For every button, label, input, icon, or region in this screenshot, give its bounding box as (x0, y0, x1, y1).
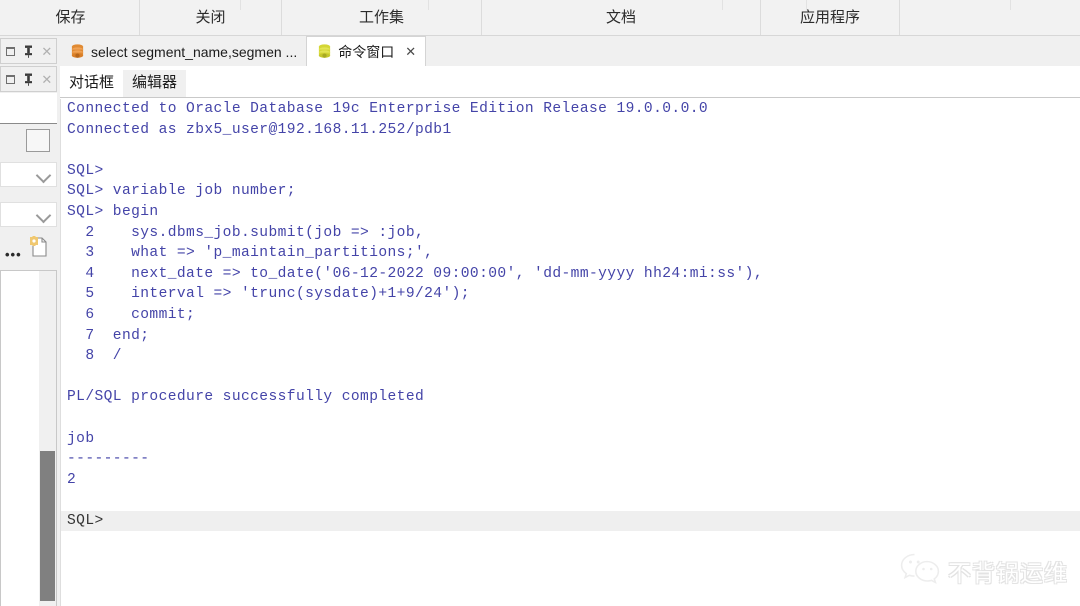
pin-icon[interactable] (21, 72, 35, 86)
toolbar-empty-area (900, 0, 1080, 35)
sidebar-bottom-panel (0, 270, 57, 606)
database-icon (69, 43, 86, 60)
toolbar-workset[interactable]: 工作集 (282, 0, 482, 35)
tab-select-segment[interactable]: select segment_name,segmen ... (60, 37, 307, 66)
toolbar-application-label: 应用程序 (799, 8, 860, 26)
panel-controls-row-1: ✕ (0, 38, 57, 64)
sidebar-scrollbar-track[interactable] (39, 271, 56, 606)
terminal-line: SQL> (67, 162, 104, 179)
toolbar-document-label: 文档 (605, 8, 636, 26)
main-toolbar: 保存 关闭 工作集 文档 应用程序 (0, 0, 1080, 36)
toolbar-separator (240, 0, 241, 10)
toolbar-close-label: 关闭 (195, 8, 226, 26)
toolbar-save[interactable]: 保存 (2, 0, 140, 35)
toolbar-separator (722, 0, 723, 10)
terminal-line: SQL> variable job number; (67, 183, 296, 200)
sidebar-white-strip (0, 93, 57, 124)
chevron-down-icon (35, 167, 52, 184)
sidebar-more-button[interactable]: ••• (5, 248, 22, 261)
main-content-area: select segment_name,segmen ... 命令窗口 ✕ 对话… (60, 36, 1080, 606)
close-icon[interactable]: ✕ (40, 72, 54, 86)
terminal-line: SQL> begin (67, 203, 159, 220)
terminal-line: 2 (67, 471, 77, 488)
toolbar-application[interactable]: 应用程序 (761, 0, 900, 35)
toolbar-separator (806, 0, 807, 10)
terminal-line: 6 commit; (67, 306, 196, 323)
pin-icon[interactable] (21, 44, 35, 58)
chevron-down-icon (35, 207, 52, 224)
sidebar-dropdown-1[interactable] (0, 162, 57, 187)
terminal-line: --------- (67, 451, 150, 468)
close-icon[interactable]: ✕ (405, 45, 416, 58)
terminal-line: 8 / (67, 348, 122, 365)
sidebar-dropdown-2[interactable] (0, 202, 57, 227)
terminal-line: job (67, 430, 95, 447)
panel-controls-row-2: ✕ (0, 66, 57, 92)
terminal-line: SQL> (61, 510, 1080, 532)
terminal-line: 3 what => 'p_maintain_partitions;', (67, 245, 434, 262)
tab-label: 命令窗口 (338, 43, 395, 60)
toolbar-close[interactable]: 关闭 (140, 0, 282, 35)
sidebar-scrollbar-thumb[interactable] (40, 451, 55, 601)
terminal-line: 2 sys.dbms_job.submit(job => :job, (67, 224, 425, 241)
database-icon (316, 43, 333, 60)
sub-tab-bar: 对话框 编辑器 (60, 66, 1080, 98)
toolbar-separator (428, 0, 429, 10)
left-sidebar: ✕ ✕ ••• (0, 36, 60, 606)
pin-glyph-svg (24, 73, 32, 86)
terminal-line: PL/SQL procedure successfully completed (67, 389, 425, 406)
terminal-line: 4 next_date => to_date('06-12-2022 09:00… (67, 265, 763, 282)
terminal-line: 7 end; (67, 327, 150, 344)
tab-editor[interactable]: 编辑器 (123, 69, 187, 97)
restore-icon[interactable] (3, 44, 17, 58)
tab-dialog[interactable]: 对话框 (60, 69, 124, 97)
toolbar-workset-label: 工作集 (358, 8, 404, 26)
tab-label: select segment_name,segmen ... (91, 43, 298, 60)
new-document-icon[interactable] (30, 236, 48, 258)
sql-terminal-output[interactable]: Connected to Oracle Database 19c Enterpr… (60, 99, 1080, 606)
tab-command-window[interactable]: 命令窗口 ✕ (306, 36, 427, 66)
toolbar-document[interactable]: 文档 (482, 0, 761, 35)
document-tab-bar: select segment_name,segmen ... 命令窗口 ✕ (60, 36, 1080, 66)
terminal-line: 5 interval => 'trunc(sysdate)+1+9/24'); (67, 286, 470, 303)
restore-icon[interactable] (3, 72, 17, 86)
terminal-line: Connected as zbx5_user@192.168.11.252/pd… (67, 121, 452, 138)
sidebar-square-button[interactable] (26, 129, 50, 152)
toolbar-separator (1010, 0, 1011, 10)
terminal-line: Connected to Oracle Database 19c Enterpr… (67, 101, 709, 117)
pin-glyph-svg (24, 45, 32, 58)
close-icon[interactable]: ✕ (40, 44, 54, 58)
toolbar-save-label: 保存 (55, 8, 86, 26)
